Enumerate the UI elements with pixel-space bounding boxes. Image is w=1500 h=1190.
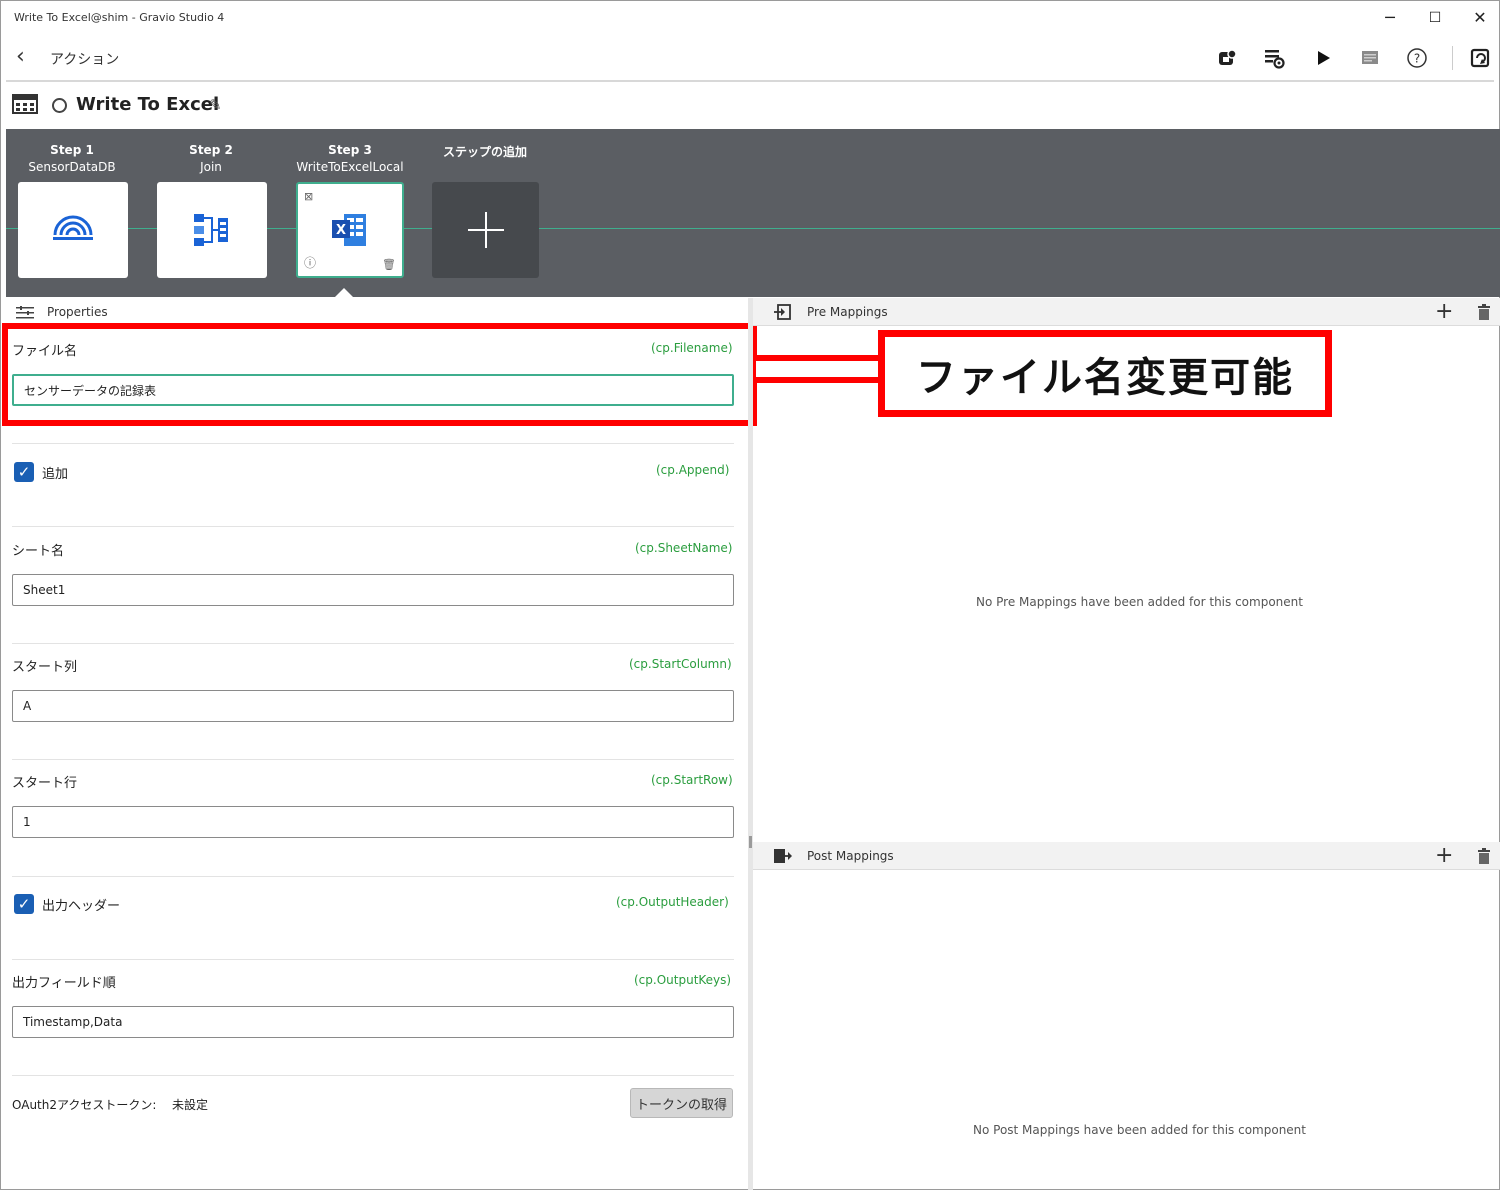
pre-mappings-empty: No Pre Mappings have been added for this… [976, 595, 1303, 609]
save-icon[interactable] [1215, 46, 1239, 70]
post-mappings-empty: No Post Mappings have been added for thi… [973, 1123, 1306, 1137]
header-divider [6, 80, 1494, 82]
splitter-grip-icon[interactable] [749, 836, 752, 848]
separator [12, 959, 734, 960]
outputkeys-label: 出力フィールド順 [12, 976, 116, 991]
sensor-wifi-icon [53, 215, 93, 240]
grid-view-icon[interactable] [12, 94, 38, 118]
step-1-header: Step 1 SensorDataDB [17, 129, 127, 174]
step-2-name: Join [200, 160, 222, 174]
step-1-number: Step 1 [50, 143, 94, 157]
delete-pre-mapping-icon[interactable] [1477, 304, 1491, 324]
outputkeys-key: (cp.OutputKeys) [634, 973, 732, 987]
sheetname-input[interactable]: Sheet1 [12, 574, 734, 606]
add-step-header: ステップの追加 [430, 129, 540, 160]
excel-icon: X [332, 214, 366, 246]
plus-icon [467, 212, 504, 248]
minimize-button[interactable]: ─ [1380, 8, 1400, 28]
pre-mappings-header: Pre Mappings + [753, 298, 1500, 326]
step-1-name: SensorDataDB [28, 160, 116, 174]
append-checkbox[interactable]: ✓ [14, 462, 34, 482]
info-icon[interactable]: ⓘ [304, 254, 316, 271]
close-button[interactable]: ✕ [1470, 8, 1490, 28]
settings-list-icon[interactable] [1262, 46, 1286, 70]
properties-title: Properties [47, 305, 108, 319]
sheetname-key: (cp.SheetName) [635, 541, 733, 555]
outputkeys-input[interactable]: Timestamp,Data [12, 1006, 734, 1038]
post-mappings-icon [773, 848, 793, 868]
startcolumn-label: スタート列 [12, 660, 78, 675]
run-icon[interactable] [1311, 46, 1335, 70]
log-icon[interactable] [1358, 46, 1382, 70]
panel-splitter[interactable] [748, 298, 753, 1190]
properties-icon [16, 305, 34, 324]
status-circle-icon [52, 98, 67, 113]
outputheader-key: (cp.OutputHeader) [616, 895, 729, 909]
separator [12, 1075, 734, 1076]
chevron-left-icon[interactable]: ‹ [16, 44, 25, 69]
startrow-key: (cp.StartRow) [651, 773, 733, 787]
step-3-number: Step 3 [328, 143, 372, 157]
pre-mappings-icon [773, 304, 791, 324]
svg-text:X: X [336, 223, 346, 238]
step-2-card[interactable] [157, 182, 267, 278]
step-2-number: Step 2 [189, 143, 233, 157]
step-3-header: Step 3 WriteToExcelLocal [295, 129, 405, 174]
separator [12, 876, 734, 877]
annotation-callout: ファイル名変更可能 [878, 330, 1332, 417]
nav-title: アクション [50, 52, 120, 68]
add-step-label: ステップの追加 [442, 145, 527, 159]
post-mappings-header: Post Mappings + [753, 842, 1500, 870]
pre-mappings-title: Pre Mappings [807, 305, 888, 319]
toolbar-separator [1452, 46, 1453, 70]
outputheader-checkbox[interactable]: ✓ [14, 894, 34, 914]
append-key: (cp.Append) [656, 463, 730, 477]
help-icon[interactable]: ? [1405, 46, 1429, 70]
get-token-button[interactable]: トークンの取得 [630, 1088, 733, 1118]
append-label: 追加 [42, 467, 69, 482]
oauth-label: OAuth2アクセストークン: [12, 1098, 157, 1112]
filename-highlight-box [2, 323, 757, 426]
separator [12, 526, 734, 527]
delete-step-icon[interactable]: 🗑 [382, 258, 396, 271]
startcolumn-key: (cp.StartColumn) [629, 657, 732, 671]
properties-header: Properties [6, 298, 748, 324]
join-icon [194, 214, 228, 246]
step-3-name: WriteToExcelLocal [296, 160, 404, 174]
edit-pencil-icon[interactable]: ✎ [209, 96, 222, 114]
expand-icon[interactable]: ⊠ [304, 190, 313, 203]
selected-step-pointer [334, 288, 354, 298]
separator [12, 643, 734, 644]
separator [12, 443, 734, 444]
separator [12, 759, 734, 760]
action-header: Write To Excel ✎ [0, 84, 1500, 128]
svg-text:?: ? [1414, 52, 1420, 66]
title-bar: Write To Excel@shim - Gravio Studio 4 ─ … [0, 0, 1500, 36]
callout-connector [756, 355, 882, 383]
steps-band: Step 1 SensorDataDB Step 2 Join Step 3 W… [6, 129, 1500, 297]
add-step-button[interactable] [432, 182, 539, 278]
add-pre-mapping-icon[interactable]: + [1435, 299, 1453, 324]
startrow-label: スタート行 [12, 776, 78, 791]
startrow-input[interactable]: 1 [12, 806, 734, 838]
nav-bar: ‹ アクション ? [0, 36, 1500, 80]
oauth-status: 未設定 [172, 1098, 209, 1112]
step-2-header: Step 2 Join [156, 129, 266, 174]
post-mappings-title: Post Mappings [807, 849, 894, 863]
startcolumn-input[interactable]: A [12, 690, 734, 722]
step-1-card[interactable] [18, 182, 128, 278]
add-post-mapping-icon[interactable]: + [1435, 843, 1453, 868]
outputheader-label: 出力ヘッダー [42, 899, 121, 914]
sheetname-label: シート名 [12, 544, 65, 559]
refresh-icon[interactable] [1468, 46, 1492, 70]
maximize-button[interactable]: ☐ [1425, 8, 1445, 28]
delete-post-mapping-icon[interactable] [1477, 848, 1491, 868]
action-name: Write To Excel [76, 94, 220, 115]
step-3-card[interactable]: X ⊠ ⓘ 🗑 [296, 182, 404, 278]
window-title: Write To Excel@shim - Gravio Studio 4 [14, 11, 225, 24]
